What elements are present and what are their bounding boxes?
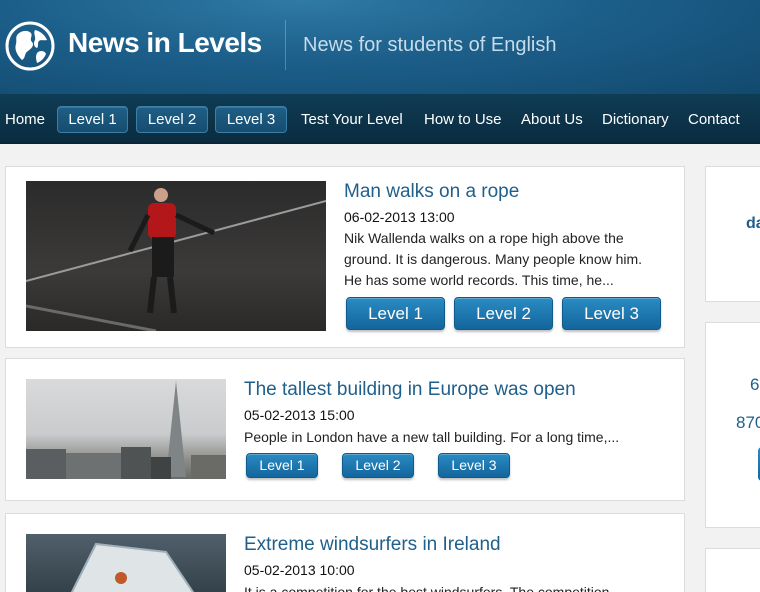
nav-test-your-level[interactable]: Test Your Level	[301, 107, 403, 133]
sidebar-box: 6 870	[705, 322, 760, 528]
article-thumbnail[interactable]	[26, 534, 226, 592]
article-card: Extreme windsurfers in Ireland 05-02-201…	[5, 513, 685, 592]
article-title[interactable]: Extreme windsurfers in Ireland	[244, 534, 501, 556]
article-excerpt: It is a competition for the best windsur…	[244, 584, 622, 592]
site-title[interactable]: News in Levels	[68, 27, 262, 59]
sidebar-text: 6	[750, 375, 760, 394]
globe-icon[interactable]	[4, 20, 56, 72]
level-1-button[interactable]: Level 1	[246, 453, 318, 478]
nav-about-us[interactable]: About Us	[521, 107, 583, 133]
article-card: The tallest building in Europe was open …	[5, 358, 685, 501]
article-excerpt: People in London have a new tall buildin…	[244, 429, 620, 445]
article-excerpt: Nik Wallenda walks on a rope high above …	[344, 230, 643, 288]
nav-level-3[interactable]: Level 3	[215, 106, 287, 133]
london-skyline-image	[26, 381, 226, 479]
sidebar-text: da	[746, 215, 760, 232]
nav-level-1[interactable]: Level 1	[57, 106, 128, 133]
article-date: 05-02-2013 10:00	[244, 562, 355, 578]
site-tagline: News for students of English	[303, 34, 557, 56]
article-thumbnail[interactable]	[26, 181, 326, 331]
nav-contact[interactable]: Contact	[688, 107, 740, 133]
nav-home[interactable]: Home	[5, 107, 45, 133]
site-header: News in Levels News for students of Engl…	[0, 0, 760, 94]
sidebar-box	[705, 548, 760, 592]
article-card: Man walks on a rope 06-02-2013 13:00 Nik…	[5, 166, 685, 348]
header-divider	[285, 20, 286, 70]
article-title[interactable]: The tallest building in Europe was open	[244, 379, 576, 401]
level-3-button[interactable]: Level 3	[562, 297, 661, 330]
windsurfer-image	[70, 542, 195, 592]
article-date: 06-02-2013 13:00	[344, 209, 455, 225]
level-2-button[interactable]: Level 2	[454, 297, 553, 330]
nav-level-2[interactable]: Level 2	[136, 106, 208, 133]
sidebar-text: 870	[736, 413, 760, 432]
sidebar-box: da	[705, 166, 760, 302]
level-2-button[interactable]: Level 2	[342, 453, 414, 478]
nav-dictionary[interactable]: Dictionary	[602, 107, 669, 133]
nav-how-to-use[interactable]: How to Use	[424, 107, 502, 133]
level-1-button[interactable]: Level 1	[346, 297, 445, 330]
article-title[interactable]: Man walks on a rope	[344, 181, 519, 203]
article-thumbnail[interactable]	[26, 379, 226, 479]
main-nav: Home Level 1 Level 2 Level 3 Test Your L…	[0, 94, 760, 144]
level-3-button[interactable]: Level 3	[438, 453, 510, 478]
article-date: 05-02-2013 15:00	[244, 407, 355, 423]
rope-walker-image	[26, 188, 326, 331]
